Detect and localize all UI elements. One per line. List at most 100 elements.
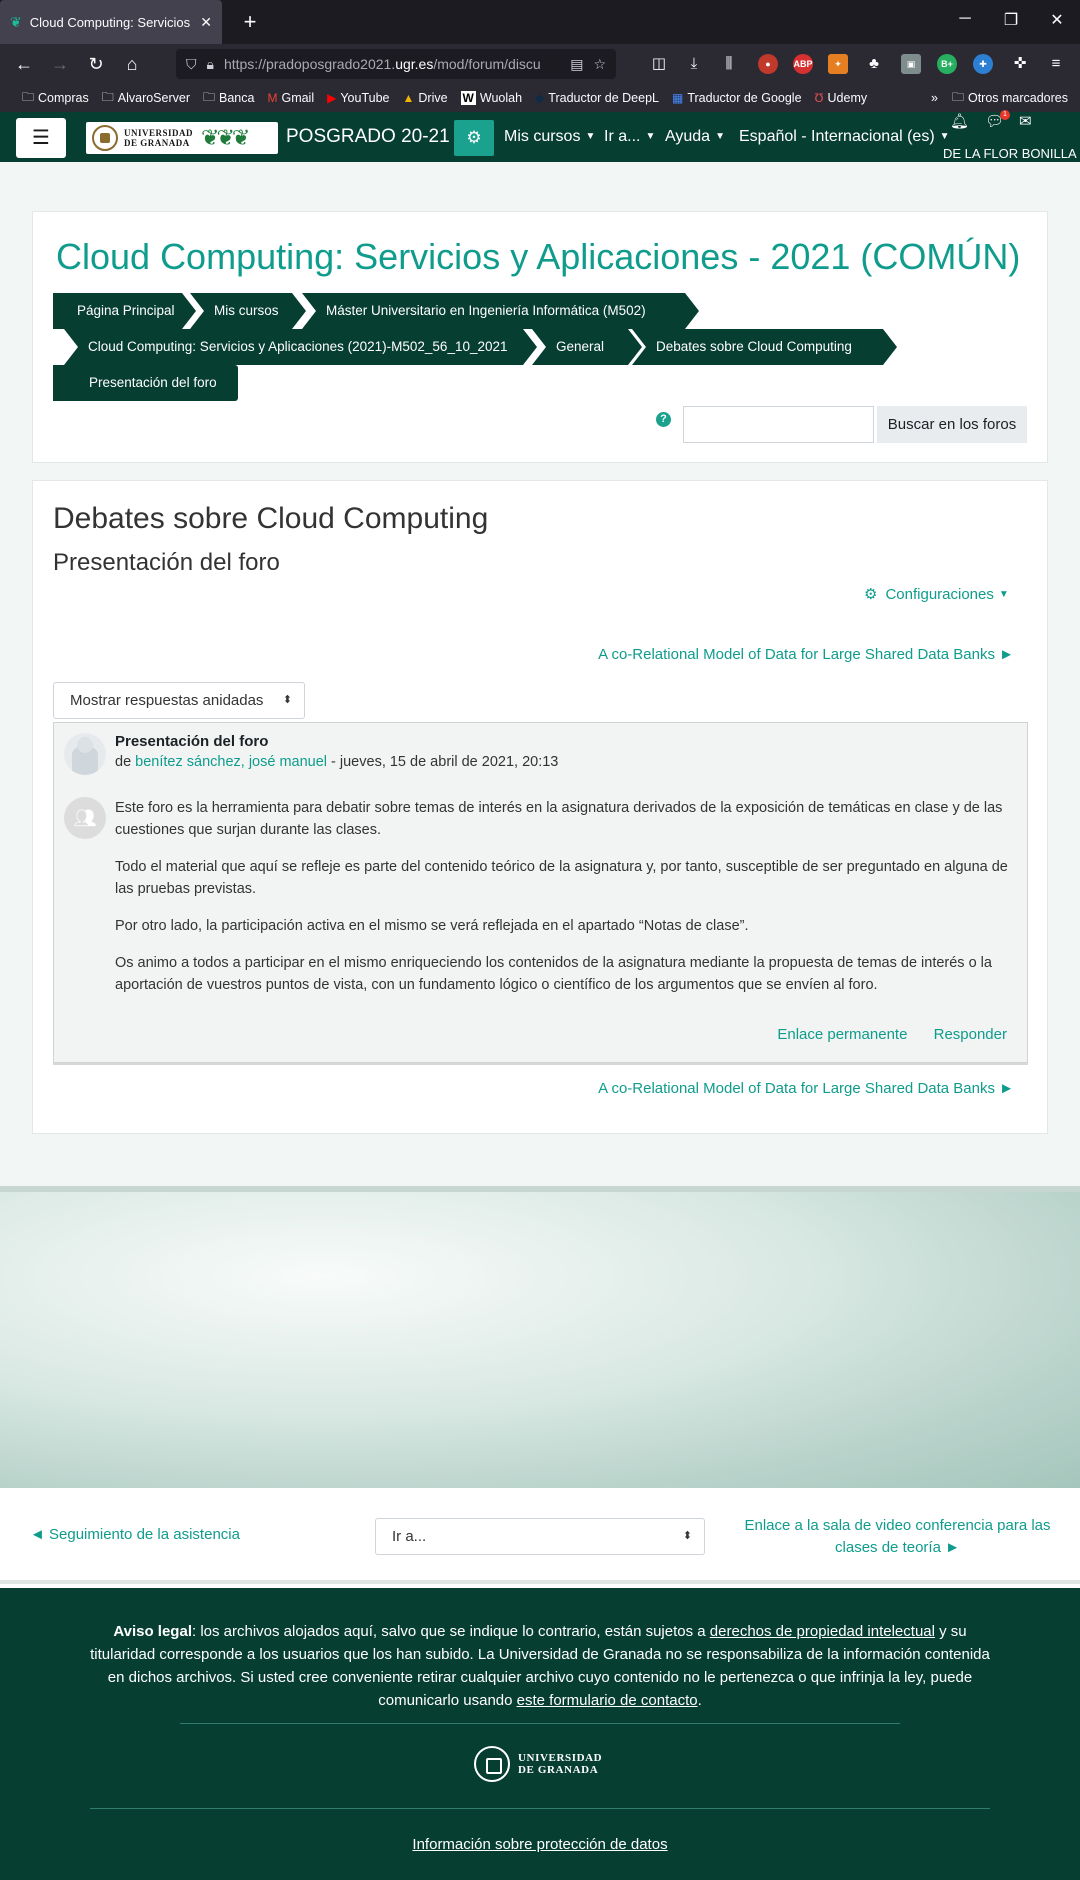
bell-icon[interactable]: 🔔︎ (950, 112, 969, 130)
downloads-icon[interactable]: ⤓ (684, 54, 704, 74)
post-paragraph: Todo el material que aquí se refleje es … (115, 859, 1008, 897)
footer-logo-text: UNIVERSIDAD DE GRANADA (518, 1752, 603, 1776)
close-window-icon[interactable]: ✕ (1047, 10, 1067, 30)
extension-bplus-icon[interactable]: B+ (937, 54, 957, 74)
breadcrumb-general[interactable]: General (532, 329, 642, 365)
extension-orange-icon[interactable]: ✦ (828, 54, 848, 74)
course-title: Cloud Computing: Servicios y Aplicacione… (56, 236, 1021, 277)
minimize-icon[interactable]: ─ (955, 10, 975, 28)
reader-view-icon[interactable]: ▤ (570, 56, 583, 73)
breadcrumb-master[interactable]: Máster Universitario en Ingeniería Infor… (302, 293, 699, 329)
author-avatar[interactable] (64, 733, 106, 775)
next-discussion-link-top[interactable]: A co-Relational Model of Data for Large … (598, 646, 1014, 663)
menu-ayuda[interactable]: Ayuda ▼ (665, 128, 725, 146)
footer-logo[interactable]: UNIVERSIDAD DE GRANADA (474, 1746, 602, 1782)
bookmark-other[interactable]: 🗀 Otros marcadores (952, 88, 1068, 109)
background-image (0, 1186, 1080, 1488)
settings-menu[interactable]: ⚙ Configuraciones ▼ (864, 585, 1009, 603)
privacy-link[interactable]: Información sobre protección de datos (0, 1836, 1080, 1853)
group-icon: 👥︎ (73, 808, 97, 828)
select-arrows-icon: ⬍ (682, 1530, 692, 1542)
forum-search-input[interactable] (683, 406, 874, 443)
extension-puzzle-icon[interactable]: ✜ (1010, 54, 1030, 74)
caret-down-icon: ▼ (645, 131, 656, 142)
caret-down-icon: ▼ (585, 131, 596, 142)
extension-grey-icon[interactable]: ▣ (901, 54, 921, 74)
new-tab-icon[interactable]: + (236, 8, 264, 36)
university-seal-icon (92, 125, 118, 151)
adblock-plus-icon[interactable]: ABP (793, 54, 813, 74)
folder-icon: 🗀 (203, 89, 216, 104)
reload-icon[interactable]: ↻ (84, 52, 108, 76)
ip-rights-link[interactable]: derechos de propiedad intelectual (710, 1623, 935, 1640)
previous-activity-link[interactable]: ◄ Seguimiento de la asistencia (30, 1526, 240, 1543)
bookmark-folder-banca[interactable]: 🗀 Banca (203, 88, 254, 109)
bookmark-folder-compras[interactable]: 🗀 Compras (22, 88, 89, 109)
bookmark-google-translate[interactable]: ▦ Traductor de Google (672, 91, 802, 105)
library-icon[interactable]: ⫼ (719, 54, 739, 74)
bookmark-gmail[interactable]: M Gmail (267, 91, 314, 105)
forum-search-button[interactable]: Buscar en los foros (877, 406, 1027, 443)
gears-icon[interactable]: ⚙ (454, 120, 494, 156)
app-menu-icon[interactable]: ≡ (1046, 54, 1066, 74)
bookmark-youtube[interactable]: ▶ YouTube (327, 91, 389, 105)
caret-down-icon: ▼ (998, 589, 1009, 600)
pocket-icon[interactable]: ◫ (649, 54, 669, 74)
forward-icon[interactable]: → (48, 52, 72, 76)
close-tab-icon[interactable]: ✕ (200, 14, 212, 31)
bookmarks-right: » 🗀 Otros marcadores (931, 84, 1068, 112)
bookmark-udemy[interactable]: Ʊ Udemy (815, 91, 868, 105)
breadcrumb-course[interactable]: Cloud Computing: Servicios y Aplicacione… (64, 329, 537, 365)
breadcrumb-home[interactable]: Página Principal (53, 293, 196, 329)
extension-dark-icon[interactable]: ♣ (864, 54, 884, 74)
caret-down-icon: ▼ (715, 131, 725, 142)
university-seal-icon (474, 1746, 510, 1782)
site-logo[interactable]: UNIVERSIDAD DE GRANADA ❦❦❦ (86, 122, 278, 154)
site-brand[interactable]: POSGRADO 20-21 (286, 126, 450, 148)
breadcrumb-forum[interactable]: Debates sobre Cloud Computing (632, 329, 897, 365)
moodle-favicon-icon: ❦ (10, 13, 22, 30)
bookmark-wuolah[interactable]: W Wuolah (460, 91, 522, 105)
permalink-link[interactable]: Enlace permanente (777, 1026, 907, 1043)
post-paragraph: Este foro es la herramienta para debatir… (115, 800, 1003, 838)
bookmark-star-icon[interactable]: ☆ (593, 56, 606, 73)
next-activity-link[interactable]: Enlace a la sala de video conferencia pa… (740, 1515, 1055, 1559)
menu-mis-cursos[interactable]: Mis cursos ▼ (504, 128, 595, 146)
post-title: Presentación del foro (115, 733, 269, 750)
chevron-more-icon[interactable]: » (931, 91, 938, 105)
restore-icon[interactable]: ❐ (1001, 10, 1021, 30)
shield-icon: ⛉ (186, 55, 197, 72)
display-mode-select[interactable]: Mostrar respuestas anidadas ⬍ (53, 682, 305, 719)
menu-ir-a[interactable]: Ir a... ▼ (604, 128, 655, 146)
extension-blue-icon[interactable]: ✚ (973, 54, 993, 74)
next-discussion-link-bottom[interactable]: A co-Relational Model of Data for Large … (598, 1080, 1014, 1097)
url-bar[interactable]: ⛉ 🔒︎ https://pradoposgrado2021.ugr.es/mo… (176, 49, 616, 79)
back-icon[interactable]: ← (12, 52, 36, 76)
youtube-icon: ▶ (327, 91, 337, 105)
post-author-link[interactable]: benítez sánchez, josé manuel (135, 754, 327, 770)
bookmark-deepl[interactable]: ◆ Traductor de DeepL (535, 91, 659, 105)
drawer-toggle-hamburger-icon[interactable]: ☰ (16, 118, 66, 158)
menu-language[interactable]: Español - Internacional (es) ▼ (739, 128, 950, 146)
reply-link[interactable]: Responder (934, 1026, 1007, 1043)
post-body: Este foro es la herramienta para debatir… (115, 797, 1015, 1011)
jump-to-select[interactable]: Ir a... ⬍ (375, 1518, 705, 1555)
post-paragraph: Os animo a todos a participar en el mism… (115, 955, 992, 993)
breadcrumb-mis-cursos[interactable]: Mis cursos (190, 293, 306, 329)
browser-tab[interactable]: ❦ Cloud Computing: Servicios y A ✕ (0, 0, 222, 44)
user-name[interactable]: DE LA FLOR BONILLA (943, 146, 1077, 161)
caret-down-icon: ▼ (939, 131, 950, 142)
contact-form-link[interactable]: este formulario de contacto (517, 1692, 698, 1709)
bookmark-drive[interactable]: ▲ Drive (402, 91, 447, 105)
select-arrows-icon: ⬍ (282, 694, 292, 706)
bookmark-folder-alvaroserver[interactable]: 🗀 AlvaroServer (102, 88, 190, 109)
notification-badge: 1 (1000, 110, 1010, 120)
group-avatar: 👥︎ (64, 797, 106, 839)
envelope-icon[interactable]: ✉ (1019, 112, 1032, 130)
help-icon[interactable]: ? (656, 412, 671, 427)
gear-icon: ⚙ (864, 586, 878, 603)
footer-divider (180, 1723, 900, 1724)
url-text: https://pradoposgrado2021.ugr.es/mod/for… (223, 56, 541, 72)
extension-icon[interactable]: ● (758, 54, 778, 74)
home-icon[interactable]: ⌂ (120, 52, 144, 76)
